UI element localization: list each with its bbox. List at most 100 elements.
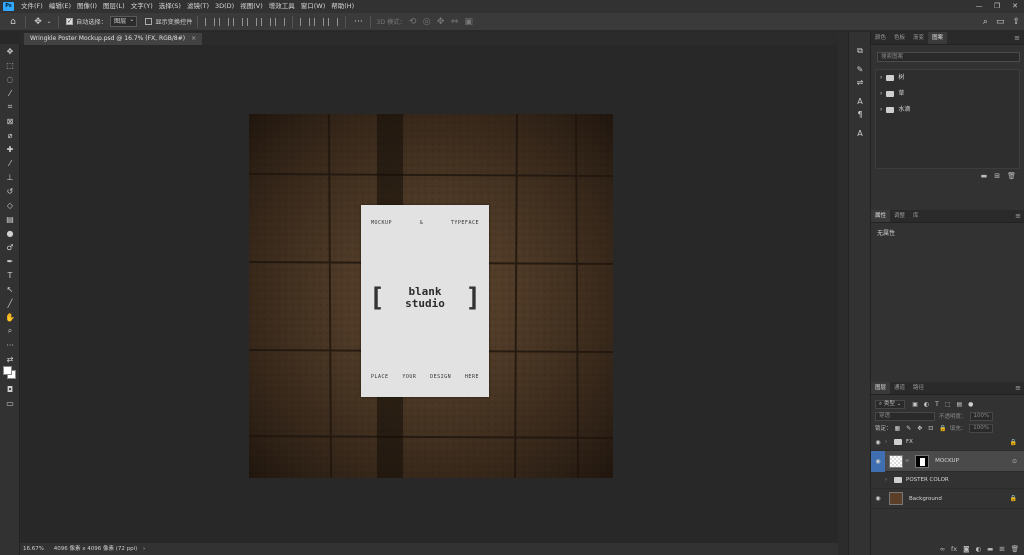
- fx-icon[interactable]: fx: [951, 543, 957, 555]
- filter-adjust-icon[interactable]: ◐: [924, 401, 929, 408]
- crop-tool-icon[interactable]: ⌗: [0, 100, 20, 114]
- layer-mask-thumbnail[interactable]: [915, 454, 930, 468]
- eyedropper-icon[interactable]: ⌀: [0, 128, 20, 142]
- chevron-right-icon[interactable]: ›: [880, 74, 882, 81]
- glyphs-icon[interactable]: A: [849, 127, 871, 140]
- delete-icon[interactable]: 🗑: [1011, 543, 1019, 555]
- tab-properties[interactable]: 属性: [871, 210, 891, 222]
- lock-artboard-icon[interactable]: ⊡: [928, 425, 933, 432]
- align-top-icon[interactable]: [247, 17, 258, 26]
- brush-settings-icon[interactable]: ✎: [849, 63, 871, 76]
- close-tab-icon[interactable]: ×: [191, 35, 196, 42]
- filter-type-icon[interactable]: T: [935, 401, 939, 408]
- lock-all-icon[interactable]: 🔒: [939, 425, 946, 432]
- panel-menu-icon[interactable]: ≡: [1011, 210, 1024, 222]
- eye-icon[interactable]: ◉: [871, 450, 885, 472]
- zoom-tool-icon[interactable]: ⌕: [0, 324, 20, 338]
- 3d-slide-icon[interactable]: ⇔: [448, 17, 462, 27]
- swap-colors-icon[interactable]: ⇄: [0, 352, 20, 366]
- tab-channels[interactable]: 通道: [890, 382, 909, 394]
- tab-patterns[interactable]: 图案: [928, 32, 948, 44]
- line-tool-icon[interactable]: ╱: [0, 296, 20, 310]
- poster[interactable]: MOCKUP & TYPEFACE [ ] blank studio PLACE…: [361, 205, 489, 397]
- lock-position-icon[interactable]: ✥: [917, 425, 922, 432]
- tab-layers[interactable]: 图层: [871, 382, 891, 394]
- menu-image[interactable]: 图像(I): [74, 0, 100, 13]
- chevron-down-icon[interactable]: ⌄: [45, 18, 53, 25]
- minimize-button[interactable]: —: [970, 0, 988, 13]
- menu-plugins[interactable]: 增效工具: [266, 0, 298, 13]
- blend-mode-dropdown[interactable]: 穿透: [875, 411, 935, 421]
- layer-filter-dropdown[interactable]: ⌕ 类型 ⌄: [875, 399, 906, 409]
- show-transform-checkbox[interactable]: [145, 18, 153, 25]
- link-icon[interactable]: ∞: [905, 458, 909, 464]
- more-tools-icon[interactable]: ···: [0, 338, 20, 352]
- quick-mask-icon[interactable]: ◘: [0, 382, 20, 396]
- path-select-icon[interactable]: ↖: [0, 282, 20, 296]
- panel-menu-icon[interactable]: ≡: [1011, 382, 1024, 394]
- layer-row[interactable]: ◉ › FX 🔒: [871, 434, 1024, 451]
- move-tool-icon[interactable]: ✥: [31, 17, 45, 27]
- adjustment-layer-icon[interactable]: ◐: [975, 543, 981, 555]
- align-middle-icon[interactable]: [261, 17, 272, 26]
- frame-tool-icon[interactable]: ⊠: [0, 114, 20, 128]
- tab-color[interactable]: 颜色: [871, 32, 890, 44]
- eye-icon[interactable]: ◉: [871, 439, 885, 446]
- tab-gradients[interactable]: 渐变: [909, 32, 928, 44]
- fill-input[interactable]: 100%: [969, 423, 994, 433]
- chevron-right-icon[interactable]: ›: [143, 546, 145, 552]
- align-right-icon[interactable]: [233, 17, 244, 26]
- healing-brush-icon[interactable]: ✚: [0, 142, 20, 156]
- distribute-icon[interactable]: [328, 17, 339, 26]
- move-tool-icon[interactable]: ✥: [0, 44, 20, 58]
- lock-pixels-icon[interactable]: ✎: [906, 425, 911, 432]
- menu-3d[interactable]: 3D(D): [212, 0, 237, 13]
- menu-view[interactable]: 视图(V): [237, 0, 266, 13]
- search-icon[interactable]: ⌕: [983, 17, 988, 27]
- magic-wand-icon[interactable]: ⁄: [0, 86, 20, 100]
- zoom-level[interactable]: 16.67%: [23, 546, 44, 552]
- close-button[interactable]: ✕: [1006, 0, 1024, 13]
- more-options-icon[interactable]: ···: [351, 17, 365, 27]
- align-left-icon[interactable]: [205, 17, 216, 26]
- pattern-search-input[interactable]: 搜索图案: [877, 52, 1020, 62]
- blur-tool-icon[interactable]: ●: [0, 226, 20, 240]
- dodge-tool-icon[interactable]: ♂: [0, 240, 20, 254]
- 3d-pan-icon[interactable]: ✥: [434, 17, 448, 27]
- auto-select-checkbox[interactable]: ✓: [66, 18, 73, 25]
- pen-tool-icon[interactable]: ✒: [0, 254, 20, 268]
- home-icon[interactable]: ⌂: [6, 17, 20, 27]
- photoshop-logo[interactable]: Ps: [3, 2, 14, 11]
- background-thumbnail[interactable]: [889, 492, 903, 505]
- filter-smart-icon[interactable]: ▤: [956, 401, 962, 408]
- chevron-right-icon[interactable]: ›: [880, 90, 882, 97]
- menu-select[interactable]: 选择(S): [156, 0, 184, 13]
- new-group-icon[interactable]: ▬: [981, 169, 988, 183]
- layer-row[interactable]: ◉ Background 🔒: [871, 489, 1024, 509]
- brush-tool-icon[interactable]: ⁄: [0, 156, 20, 170]
- type-tool-icon[interactable]: T: [0, 268, 20, 282]
- align-bottom-icon[interactable]: [275, 17, 286, 26]
- menu-edit[interactable]: 编辑(E): [46, 0, 74, 13]
- adjustments-icon[interactable]: ⇌: [849, 76, 871, 89]
- canvas-area[interactable]: MOCKUP & TYPEFACE [ ] blank studio PLACE…: [20, 45, 838, 543]
- filter-shape-icon[interactable]: ⬚: [945, 401, 951, 408]
- screen-mode-icon[interactable]: ▭: [0, 396, 20, 410]
- auto-select-dropdown[interactable]: 图层: [109, 15, 138, 27]
- eraser-icon[interactable]: ◇: [0, 198, 20, 212]
- 3d-roll-icon[interactable]: ◎: [420, 17, 434, 27]
- 3d-rotate-icon[interactable]: ⟲: [406, 17, 420, 27]
- menu-filter[interactable]: 滤镜(T): [184, 0, 212, 13]
- gradient-tool-icon[interactable]: ▤: [0, 212, 20, 226]
- menu-type[interactable]: 文字(Y): [128, 0, 156, 13]
- tab-paths[interactable]: 路径: [909, 382, 928, 394]
- 3d-scale-icon[interactable]: ▣: [462, 17, 476, 27]
- distribute-icon[interactable]: [314, 17, 325, 26]
- add-mask-icon[interactable]: ◙: [963, 543, 969, 555]
- eye-icon[interactable]: ◉: [871, 495, 885, 502]
- chevron-right-icon[interactable]: ›: [885, 439, 892, 445]
- pattern-group-tree[interactable]: › 树: [876, 70, 1019, 86]
- chevron-right-icon[interactable]: ›: [885, 477, 892, 483]
- document-tab[interactable]: Wringkle Poster Mockup.psd @ 16.7% (FX, …: [24, 33, 203, 45]
- lock-transparent-icon[interactable]: ▦: [895, 425, 901, 432]
